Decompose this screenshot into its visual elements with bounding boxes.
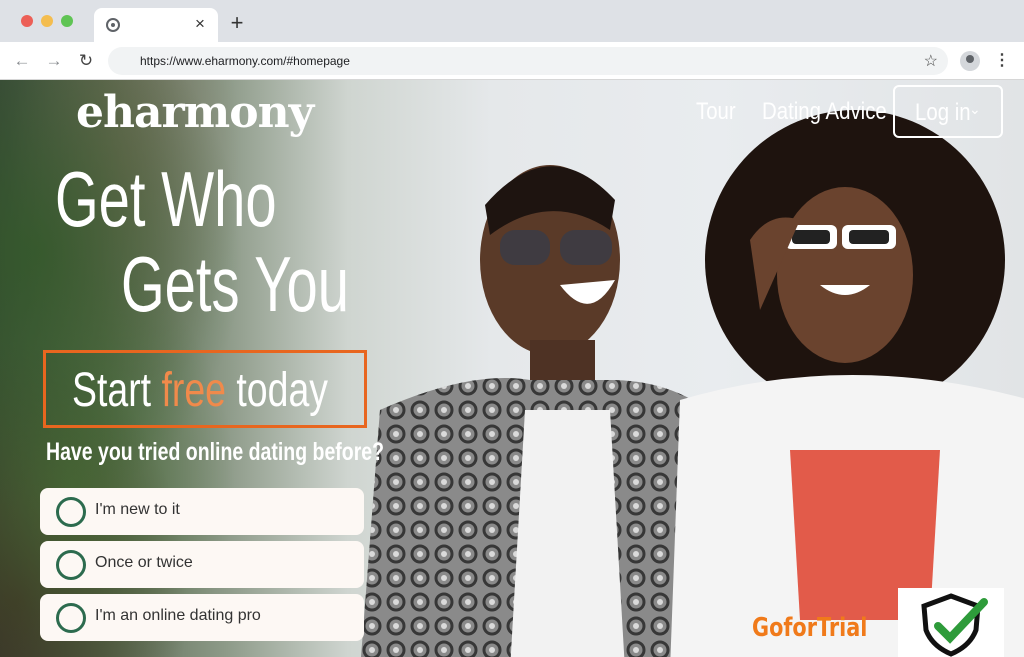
reload-icon[interactable]: ↻ — [76, 51, 96, 71]
option-new-to-it[interactable]: I'm new to it — [40, 488, 364, 535]
new-tab-button[interactable]: + — [227, 12, 247, 34]
browser-toolbar: ← → ↻ https://www.eharmony.com/#homepage… — [0, 42, 1024, 80]
cta-today: today — [236, 364, 328, 417]
browser-tab[interactable]: × — [94, 8, 218, 42]
woman-photo — [670, 110, 1024, 657]
maximize-window-button[interactable] — [61, 15, 73, 27]
chevron-down-icon: ⌄ — [969, 101, 981, 117]
url-text: https://www.eharmony.com/#homepage — [140, 54, 350, 68]
browser-menu-icon[interactable]: ⋮ — [994, 51, 1010, 71]
close-window-button[interactable] — [21, 15, 33, 27]
cta-free: free — [161, 364, 227, 417]
dating-experience-question: Have you tried online dating before? — [46, 438, 385, 466]
cta-text: Start free today — [72, 363, 328, 418]
shield-check-icon — [921, 593, 988, 657]
option-once-or-twice[interactable]: Once or twice — [40, 541, 364, 588]
option-online-dating-pro[interactable]: I'm an online dating pro — [40, 594, 364, 641]
hero-section: eharmony Tour Dating Advice Log in ⌄ Get… — [0, 80, 1024, 657]
radio-icon[interactable] — [56, 550, 86, 580]
option-label: I'm new to it — [95, 501, 180, 518]
eharmony-logo[interactable]: eharmony — [76, 87, 314, 138]
radio-icon[interactable] — [56, 497, 86, 527]
login-button[interactable]: Log in ⌄ — [893, 85, 1003, 138]
bookmark-star-icon[interactable]: ☆ — [924, 51, 938, 71]
option-label: I'm an online dating pro — [95, 607, 261, 624]
forward-arrow-icon[interactable]: → — [44, 51, 64, 71]
nav-link-tour[interactable]: Tour — [696, 98, 736, 126]
address-bar[interactable]: https://www.eharmony.com/#homepage ☆ — [108, 47, 948, 75]
browser-tab-strip: × + — [0, 0, 1024, 42]
headline-line-1: Get Who — [55, 155, 277, 243]
radio-icon[interactable] — [56, 603, 86, 633]
login-label: Log in — [915, 99, 971, 126]
profile-avatar-icon[interactable] — [960, 51, 980, 71]
option-label: Once or twice — [95, 554, 193, 571]
gofortrial-watermark: GoforTrial — [752, 613, 868, 643]
headline-line-2: Gets You — [121, 240, 349, 328]
shield-check-badge — [898, 588, 1004, 657]
minimize-window-button[interactable] — [41, 15, 53, 27]
tab-close-icon[interactable]: × — [192, 14, 208, 34]
chrome-favicon-icon — [106, 18, 120, 32]
back-arrow-icon[interactable]: ← — [12, 51, 32, 71]
start-free-banner: Start free today — [43, 350, 367, 428]
cta-start: Start — [72, 364, 152, 417]
nav-link-dating-advice[interactable]: Dating Advice — [762, 98, 887, 126]
